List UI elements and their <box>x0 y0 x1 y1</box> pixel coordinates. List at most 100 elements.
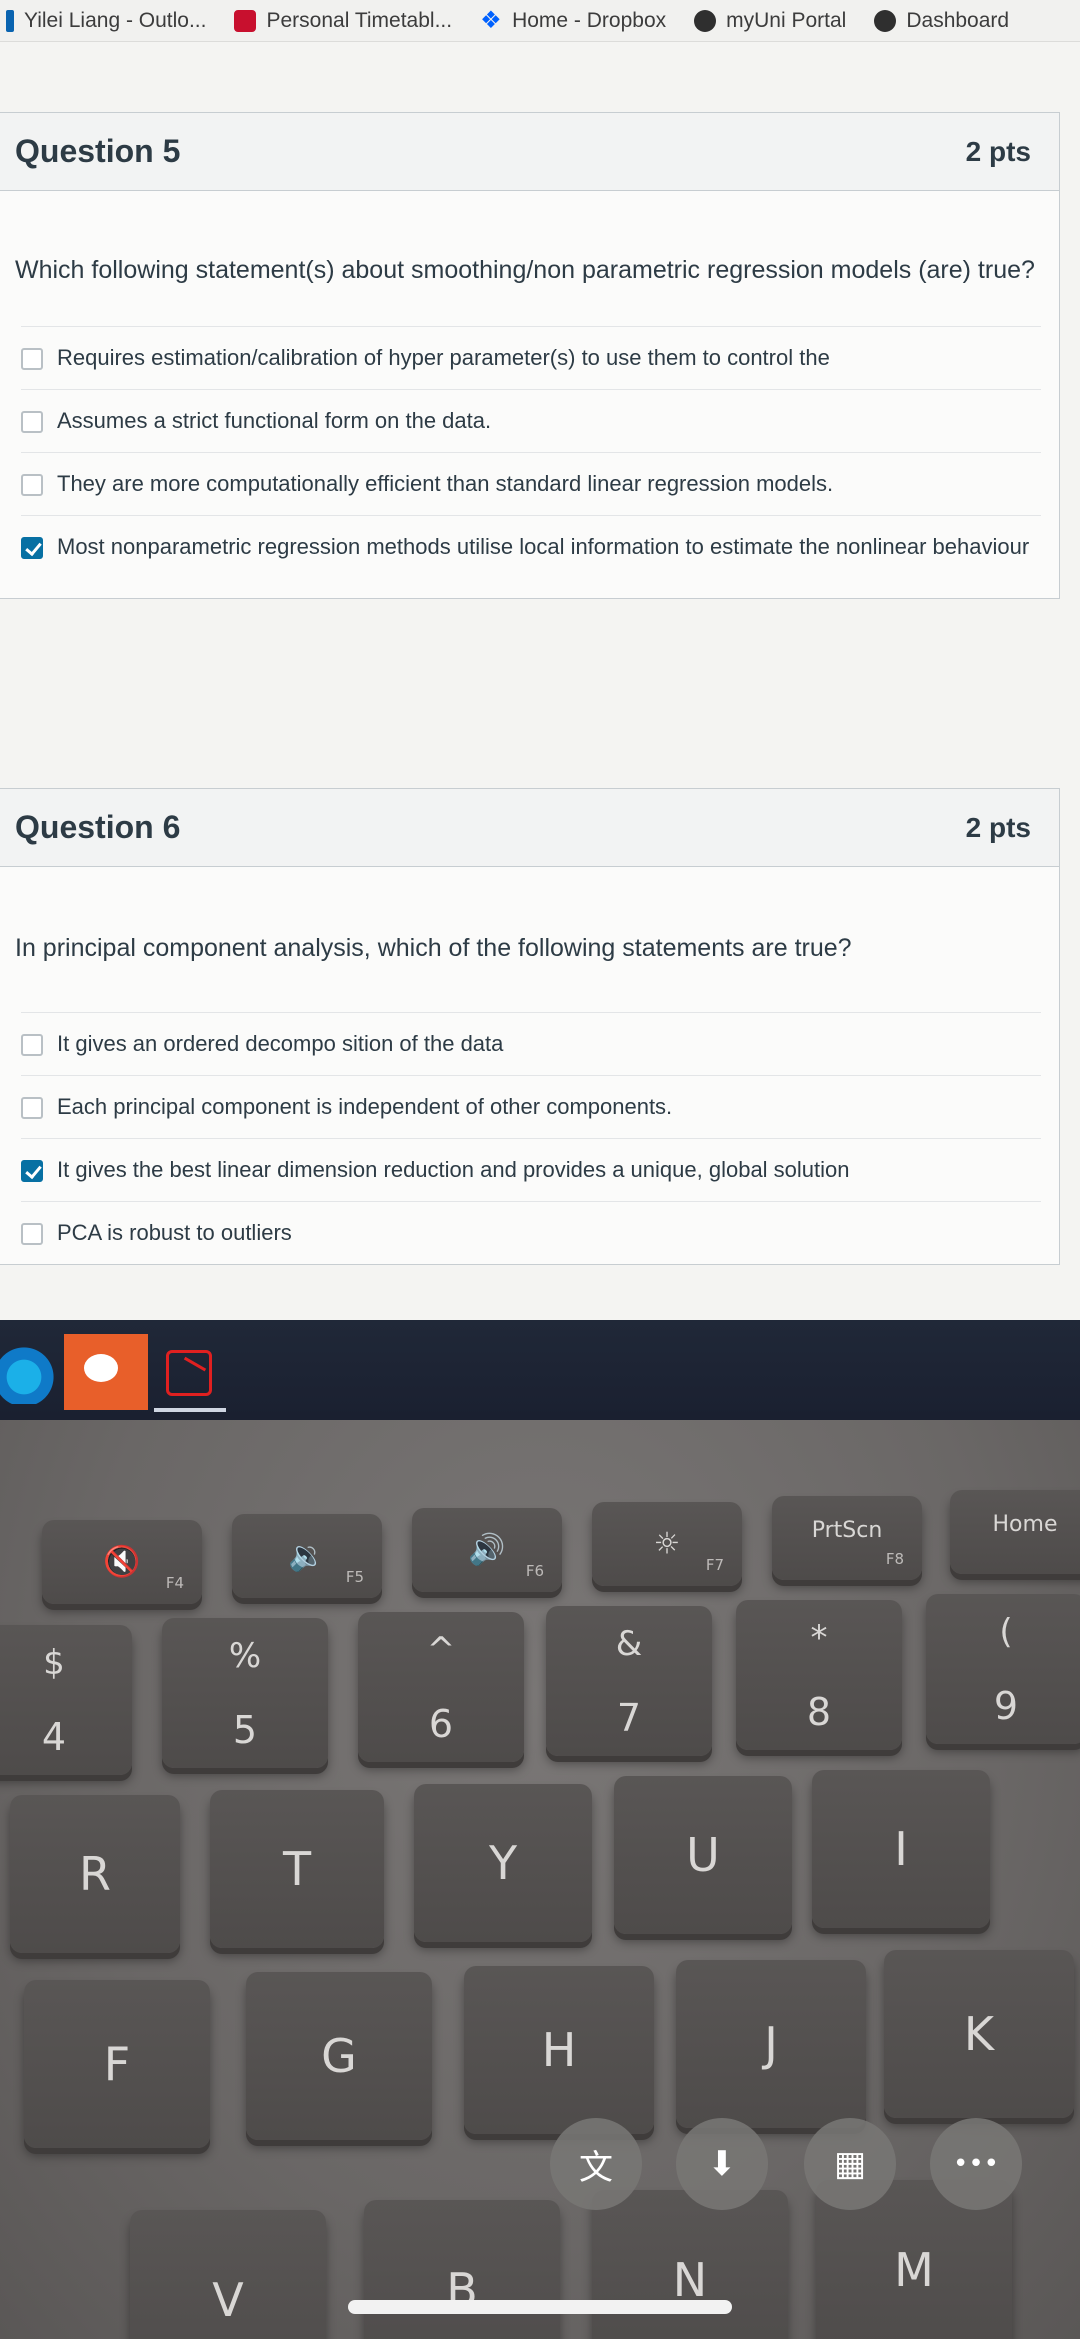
key-letter: T <box>282 1842 312 1896</box>
bookmark-label: Dashboard <box>906 8 1010 32</box>
key-symbol: $ <box>43 1643 65 1683</box>
fn-label: F5 <box>345 1568 364 1586</box>
key-symbol: * <box>810 1618 828 1658</box>
question-card-6: Question 6 2 pts In principal component … <box>0 788 1060 1265</box>
key-4: $ 4 <box>0 1625 132 1775</box>
answer-option[interactable]: Assumes a strict functional form on the … <box>21 389 1041 452</box>
key-letter: F <box>103 2037 131 2091</box>
key-u: U <box>614 1776 792 1934</box>
key-symbol: ( <box>999 1612 1013 1652</box>
key-f5: 🔉 F5 <box>232 1514 382 1598</box>
taskbar <box>0 1320 1080 1420</box>
bookmark-timetable[interactable]: Personal Timetabl... <box>234 9 452 33</box>
key-letter: G <box>321 2029 357 2083</box>
key-k: K <box>884 1950 1074 2118</box>
answer-option[interactable]: They are more computationally efficient … <box>21 452 1041 515</box>
home-indicator[interactable] <box>348 2300 732 2314</box>
key-letter: J <box>764 2017 778 2071</box>
key-letter: R <box>79 1847 111 1901</box>
key-i: I <box>812 1770 990 1928</box>
checkbox[interactable] <box>21 1097 43 1119</box>
answer-label: It gives an ordered decompo sition of th… <box>57 1031 504 1056</box>
answer-option[interactable]: Most nonparametric regression methods ut… <box>21 515 1041 578</box>
question-points: 2 pts <box>965 135 1031 167</box>
grid-icon: ▦ <box>833 2144 867 2184</box>
key-n: N <box>592 2190 788 2339</box>
answer-option[interactable]: It gives the best linear dimension reduc… <box>21 1138 1041 1201</box>
grid-button[interactable]: ▦ <box>804 2118 896 2210</box>
active-app-indicator <box>154 1408 226 1412</box>
key-6: ^ 6 <box>358 1612 524 1762</box>
key-f4: 🔇 F4 <box>42 1520 202 1604</box>
key-t: T <box>210 1790 384 1948</box>
key-9: ( 9 <box>926 1594 1080 1744</box>
question-title: Question 6 <box>15 809 181 845</box>
outlook-icon <box>6 9 14 32</box>
key-r: R <box>10 1795 180 1953</box>
answer-option[interactable]: PCA is robust to outliers <box>21 1201 1041 1264</box>
answer-option[interactable]: Each principal component is independent … <box>21 1075 1041 1138</box>
checkbox[interactable] <box>21 1034 43 1056</box>
bookmark-dashboard[interactable]: Dashboard <box>874 9 1009 33</box>
bookmark-outlook[interactable]: Yilei Liang - Outlo... <box>6 9 206 33</box>
key-digit: 7 <box>616 1696 642 1740</box>
key-letter: U <box>686 1828 720 1882</box>
checkbox-checked[interactable] <box>21 537 43 559</box>
checkbox-checked[interactable] <box>21 1160 43 1182</box>
key-home: Home <box>950 1490 1080 1574</box>
checkbox[interactable] <box>21 348 43 370</box>
checkbox[interactable] <box>21 411 43 433</box>
answer-option[interactable]: It gives an ordered decompo sition of th… <box>21 1012 1041 1075</box>
key-letter: K <box>963 2007 995 2061</box>
acrobat-icon[interactable] <box>166 1350 212 1396</box>
question-points: 2 pts <box>965 811 1031 843</box>
answer-label: Most nonparametric regression methods ut… <box>57 534 1030 559</box>
key-letter: N <box>672 2253 708 2307</box>
bookmark-label: Yilei Liang - Outlo... <box>24 8 207 32</box>
quiz-page: Question 5 2 pts Which following stateme… <box>0 42 1080 1320</box>
answer-list: It gives an ordered decompo sition of th… <box>0 1012 1059 1264</box>
checkbox[interactable] <box>21 474 43 496</box>
question-text: In principal component analysis, which o… <box>15 934 852 962</box>
key-7: & 7 <box>546 1606 712 1756</box>
key-letter: Y <box>488 1836 518 1890</box>
key-8: * 8 <box>736 1600 902 1750</box>
translate-button[interactable]: 文 <box>550 2118 642 2210</box>
download-button[interactable]: ⬇ <box>676 2118 768 2210</box>
key-f7: ☼ F7 <box>592 1502 742 1586</box>
key-f6: 🔊 F6 <box>412 1508 562 1592</box>
more-icon: ••• <box>952 2149 999 2179</box>
home-label: Home <box>992 1512 1058 1537</box>
key-letter: V <box>212 2273 244 2327</box>
key-b: B <box>364 2200 560 2339</box>
bookmark-myuni[interactable]: myUni Portal <box>694 9 846 33</box>
answer-label: PCA is robust to outliers <box>57 1220 292 1245</box>
key-v: V <box>130 2210 326 2339</box>
question-header: Question 5 2 pts <box>0 113 1059 191</box>
question-title: Question 5 <box>15 133 181 169</box>
key-digit: 9 <box>993 1684 1019 1728</box>
answer-label: Each principal component is independent … <box>57 1094 673 1119</box>
answer-label: Assumes a strict functional form on the … <box>57 408 492 433</box>
key-digit: 5 <box>232 1708 258 1752</box>
bookmark-label: Home - Dropbox <box>512 8 667 32</box>
bookmark-label: myUni Portal <box>726 8 847 32</box>
bookmark-dropbox[interactable]: Home - Dropbox <box>480 6 667 35</box>
answer-label: Requires estimation/calibration of hyper… <box>57 345 830 370</box>
translate-icon: 文 <box>579 2147 613 2188</box>
fn-label: F4 <box>165 1574 184 1592</box>
answer-option[interactable]: Requires estimation/calibration of hyper… <box>21 326 1041 389</box>
answer-list: Requires estimation/calibration of hyper… <box>0 326 1059 578</box>
key-digit: 6 <box>428 1702 454 1746</box>
checkbox[interactable] <box>21 1223 43 1245</box>
wechat-icon[interactable] <box>64 1334 148 1410</box>
edge-icon[interactable] <box>0 1344 60 1404</box>
key-digit: 8 <box>806 1690 832 1734</box>
key-digit: 4 <box>41 1715 67 1759</box>
key-symbol: % <box>228 1636 262 1676</box>
dropbox-icon <box>480 6 502 35</box>
bookmark-label: Personal Timetabl... <box>266 8 453 32</box>
more-button[interactable]: ••• <box>930 2118 1022 2210</box>
key-letter: H <box>541 2023 577 2077</box>
bookmarks-bar: Yilei Liang - Outlo... Personal Timetabl… <box>0 0 1080 42</box>
